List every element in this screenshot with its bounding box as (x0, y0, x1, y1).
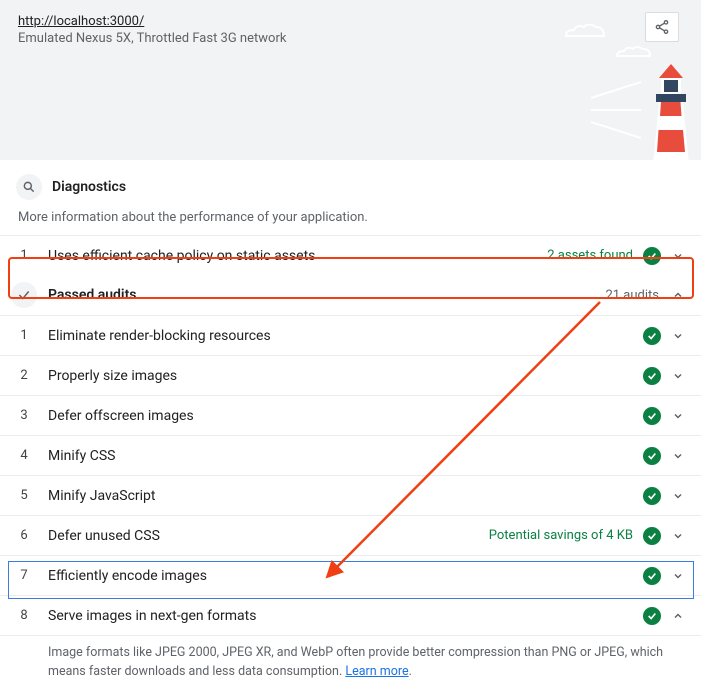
pass-icon (643, 367, 661, 385)
report-header: http://localhost:3000/ Emulated Nexus 5X… (0, 0, 701, 160)
passed-audits-count: 21 audits (605, 288, 659, 303)
pass-icon (643, 567, 661, 585)
row-title: Uses efficient cache policy on static as… (48, 248, 547, 264)
chevron-up-icon[interactable] (669, 610, 687, 622)
passed-row[interactable]: 3 Defer offscreen images (0, 395, 701, 435)
passed-row-expanded[interactable]: 8 Serve images in next-gen formats (0, 595, 701, 635)
pass-icon (643, 527, 661, 545)
pass-icon (643, 327, 661, 345)
chevron-down-icon[interactable] (669, 490, 687, 502)
passed-row[interactable]: 4 Minify CSS (0, 435, 701, 475)
chevron-down-icon[interactable] (669, 370, 687, 382)
chevron-down-icon[interactable] (669, 330, 687, 342)
chevron-down-icon[interactable] (669, 450, 687, 462)
audit-detail: Image formats like JPEG 2000, JPEG XR, a… (0, 635, 701, 690)
chevron-up-icon[interactable] (669, 289, 687, 301)
pass-icon (643, 447, 661, 465)
row-icon (0, 282, 48, 308)
diagnostics-label: Diagnostics (52, 179, 126, 195)
pass-icon (643, 247, 661, 265)
row-result: 2 assets found (547, 248, 633, 263)
pass-icon (643, 607, 661, 625)
diagnostics-header: Diagnostics (0, 160, 701, 206)
search-icon (16, 174, 42, 200)
passed-row[interactable]: 7 Efficiently encode images (0, 555, 701, 595)
passed-audits-header[interactable]: Passed audits 21 audits (0, 275, 701, 315)
chevron-down-icon[interactable] (669, 410, 687, 422)
diagnostics-subtext: More information about the performance o… (0, 206, 701, 235)
check-icon (11, 282, 37, 308)
passed-row[interactable]: 5 Minify JavaScript (0, 475, 701, 515)
row-number: 1 (0, 248, 48, 263)
passed-audits-label: Passed audits (48, 287, 605, 303)
learn-more-link[interactable]: Learn more (345, 664, 408, 679)
lighthouse-illustration (561, 24, 691, 160)
chevron-down-icon[interactable] (669, 570, 687, 582)
pass-icon (643, 487, 661, 505)
diagnostics-row[interactable]: 1 Uses efficient cache policy on static … (0, 235, 701, 275)
passed-row[interactable]: 6 Defer unused CSS Potential savings of … (0, 515, 701, 555)
passed-row[interactable]: 1 Eliminate render-blocking resources (0, 315, 701, 355)
pass-icon (643, 407, 661, 425)
chevron-down-icon[interactable] (669, 250, 687, 262)
chevron-down-icon[interactable] (669, 530, 687, 542)
passed-row[interactable]: 2 Properly size images (0, 355, 701, 395)
